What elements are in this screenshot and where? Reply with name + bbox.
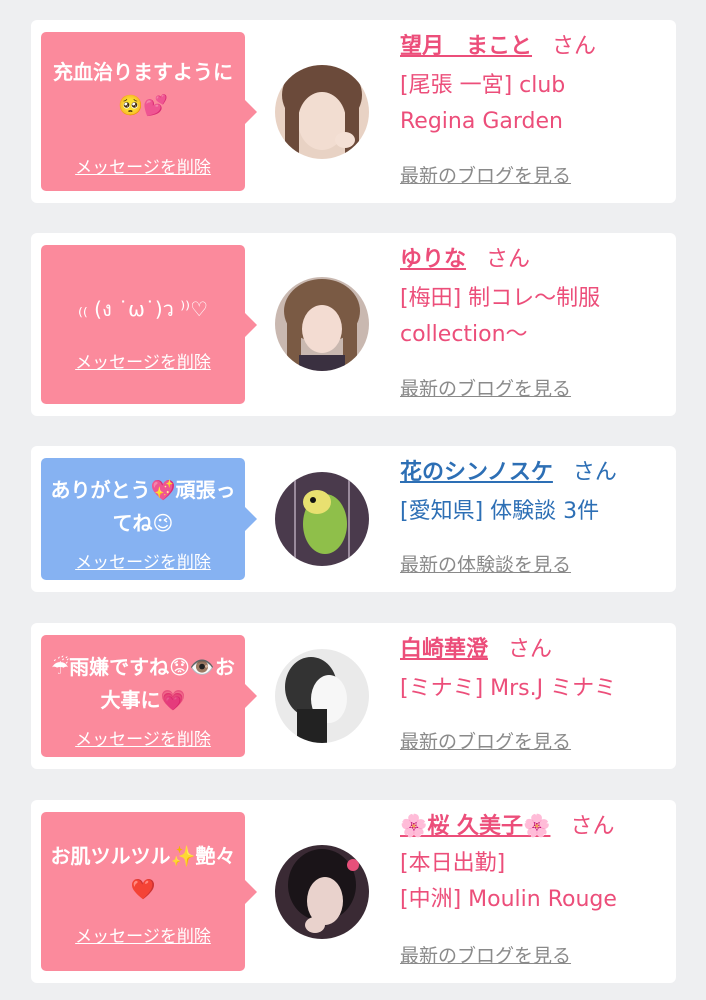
delete-message-link[interactable]: メッセージを削除 <box>41 548 245 573</box>
shop-line[interactable]: collection〜 <box>400 317 666 353</box>
message-bubble: 充血治りますように🥺💕 メッセージを削除 <box>41 32 257 191</box>
message-card: ₍₍ (ง ˙ω˙)ว ⁾⁾♡ メッセージを削除 ゆりな さん [梅田] 制コレ〜… <box>31 233 676 416</box>
message-text: ☔雨嫌ですね😟👁️お大事に💗 <box>51 655 235 712</box>
delete-message-link[interactable]: メッセージを削除 <box>41 348 245 373</box>
profile-name-link[interactable]: 望月 まこと <box>400 34 532 59</box>
message-text: 充血治りますように🥺💕 <box>53 60 233 117</box>
message-card: お肌ツルツル✨艶々❤️ メッセージを削除 🌸桜 久美子🌸 さん [本日出勤] [中… <box>31 800 676 983</box>
latest-blog-link[interactable]: 最新のブログを見る <box>400 161 571 188</box>
profile-info: 望月 まこと さん [尾張 一宮] club Regina Garden <box>400 32 666 140</box>
message-card: 充血治りますように🥺💕 メッセージを削除 望月 まこと さん [尾張 一宮] cl… <box>31 20 676 203</box>
san-label: さん <box>570 814 615 839</box>
latest-blog-link[interactable]: 最新のブログを見る <box>400 374 571 401</box>
profile-info: 🌸桜 久美子🌸 さん [本日出勤] [中洲] Moulin Rouge <box>400 812 666 918</box>
profile-name-link[interactable]: 花のシンノスケ <box>400 460 553 485</box>
message-bubble: ₍₍ (ง ˙ω˙)ว ⁾⁾♡ メッセージを削除 <box>41 245 257 404</box>
shop-line[interactable]: [中洲] Moulin Rouge <box>400 882 666 918</box>
san-label: さん <box>508 637 553 662</box>
shop-line[interactable]: [愛知県] 体験談 3件 <box>400 494 666 530</box>
shop-line[interactable]: [ミナミ] Mrs.J ミナミ <box>400 671 666 707</box>
profile-info: ゆりな さん [梅田] 制コレ〜制服 collection〜 <box>400 245 666 353</box>
delete-message-link[interactable]: メッセージを削除 <box>41 153 245 178</box>
message-bubble: お肌ツルツル✨艶々❤️ メッセージを削除 <box>41 812 257 971</box>
name-line: ゆりな さん <box>400 245 666 275</box>
name-line: 白崎華澄 さん <box>400 635 666 665</box>
message-card: ありがとう💖頑張ってね😉 メッセージを削除 花のシンノスケ さん [愛知県] 体験… <box>31 446 676 592</box>
profile-name-link[interactable]: 白崎華澄 <box>400 637 488 662</box>
profile-info: 白崎華澄 さん [ミナミ] Mrs.J ミナミ <box>400 635 666 707</box>
profile-name-link[interactable]: ゆりな <box>400 247 466 272</box>
san-label: さん <box>572 460 617 485</box>
shop-line[interactable]: [梅田] 制コレ〜制服 <box>400 281 666 317</box>
shop-line[interactable]: [尾張 一宮] club <box>400 68 666 104</box>
profile-name-link[interactable]: 🌸桜 久美子🌸 <box>400 814 550 839</box>
avatar[interactable] <box>275 277 369 371</box>
name-line: 望月 まこと さん <box>400 32 666 62</box>
avatar[interactable] <box>275 845 369 939</box>
avatar[interactable] <box>275 649 369 743</box>
avatar[interactable] <box>275 65 369 159</box>
message-text: お肌ツルツル✨艶々❤️ <box>50 844 236 901</box>
latest-blog-link[interactable]: 最新のブログを見る <box>400 727 571 754</box>
message-text: ₍₍ (ง ˙ω˙)ว ⁾⁾♡ <box>78 297 208 321</box>
shop-line[interactable]: [本日出勤] <box>400 846 666 882</box>
message-bubble: ☔雨嫌ですね😟👁️お大事に💗 メッセージを削除 <box>41 635 257 757</box>
message-card: ☔雨嫌ですね😟👁️お大事に💗 メッセージを削除 白崎華澄 さん [ミナミ] Mrs… <box>31 623 676 769</box>
latest-blog-link[interactable]: 最新のブログを見る <box>400 941 571 968</box>
delete-message-link[interactable]: メッセージを削除 <box>41 922 245 947</box>
delete-message-link[interactable]: メッセージを削除 <box>41 725 245 750</box>
avatar[interactable] <box>275 472 369 566</box>
message-text: ありがとう💖頑張ってね😉 <box>50 478 236 535</box>
name-line: 🌸桜 久美子🌸 さん <box>400 812 666 842</box>
profile-info: 花のシンノスケ さん [愛知県] 体験談 3件 <box>400 458 666 530</box>
message-bubble: ありがとう💖頑張ってね😉 メッセージを削除 <box>41 458 257 580</box>
shop-line[interactable]: Regina Garden <box>400 104 666 140</box>
name-line: 花のシンノスケ さん <box>400 458 666 488</box>
san-label: さん <box>486 247 531 272</box>
san-label: さん <box>552 34 597 59</box>
latest-review-link[interactable]: 最新の体験談を見る <box>400 550 571 577</box>
